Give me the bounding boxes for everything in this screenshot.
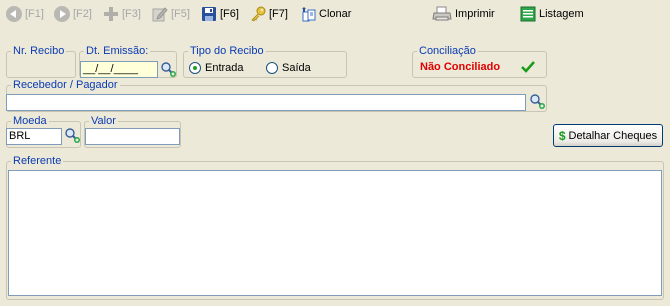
- conciliacao-status: Não Conciliado: [420, 61, 501, 73]
- floppy-disk-icon: [201, 6, 217, 22]
- nr-recibo-group: Nr. Recibo: [6, 46, 76, 78]
- list-icon: [520, 6, 536, 22]
- checkmark-icon: [520, 60, 536, 77]
- dt-emissao-input[interactable]: __/__/____: [80, 61, 158, 78]
- arrow-left-icon: [6, 6, 22, 22]
- radio-saida[interactable]: Saída: [266, 62, 311, 74]
- detalhar-cheques-button[interactable]: $ Detalhar Cheques: [553, 124, 663, 147]
- radio-entrada[interactable]: Entrada: [189, 62, 244, 74]
- list-button[interactable]: Listagem: [520, 4, 584, 24]
- edit-icon: [152, 6, 168, 22]
- recebedor-lookup-icon[interactable]: [529, 93, 545, 109]
- tipo-recibo-label: Tipo do Recibo: [190, 45, 264, 57]
- nr-recibo-label: Nr. Recibo: [13, 45, 65, 57]
- clone-button[interactable]: Clonar: [300, 4, 351, 24]
- previous-record-button[interactable]: [F2]: [54, 4, 92, 24]
- search-key-button[interactable]: [F7]: [250, 4, 288, 24]
- calendar-lookup-icon[interactable]: [160, 61, 176, 77]
- radio-unchecked-icon: [266, 62, 278, 74]
- key-icon: [250, 6, 266, 22]
- radio-checked-icon: [189, 62, 201, 74]
- first-record-button[interactable]: [F1]: [6, 4, 44, 24]
- moeda-input[interactable]: BRL: [6, 128, 62, 145]
- moeda-label: Moeda: [13, 115, 47, 127]
- moeda-lookup-icon[interactable]: [64, 127, 80, 143]
- conciliacao-label: Conciliação: [419, 45, 476, 57]
- print-button[interactable]: Imprimir: [432, 4, 495, 24]
- valor-label: Valor: [91, 115, 116, 127]
- referente-label: Referente: [13, 155, 62, 167]
- plus-icon: [103, 6, 119, 22]
- dollar-icon: $: [558, 128, 566, 143]
- recebedor-input[interactable]: [6, 94, 526, 111]
- new-record-button[interactable]: [F3]: [103, 4, 141, 24]
- clone-icon: [300, 6, 316, 22]
- printer-icon: [432, 6, 452, 22]
- valor-input[interactable]: [85, 128, 180, 145]
- recebedor-label: Recebedor / Pagador: [13, 79, 118, 91]
- dt-emissao-label: Dt. Emissão:: [86, 45, 149, 57]
- referente-textarea[interactable]: [8, 170, 662, 296]
- save-button[interactable]: [F6]: [201, 4, 239, 24]
- arrow-right-icon: [54, 6, 70, 22]
- edit-record-button[interactable]: [F5]: [152, 4, 190, 24]
